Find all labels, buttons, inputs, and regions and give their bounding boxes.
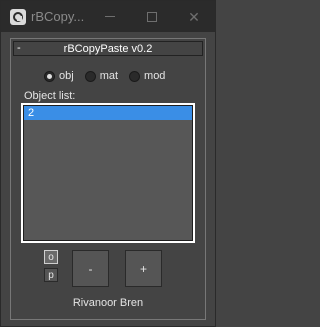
radio-mat-indicator[interactable] <box>84 70 96 82</box>
radio-mat[interactable]: mat <box>84 70 119 82</box>
radio-obj-label: obj <box>59 70 74 82</box>
list-item[interactable]: 2 <box>24 106 192 120</box>
radio-mod-indicator[interactable] <box>129 70 141 82</box>
mode-radio-group: obj mat mod <box>44 70 165 82</box>
p-button[interactable]: p <box>44 268 58 282</box>
rollout-title: rBCopyPaste v0.2 <box>63 42 153 55</box>
rollout-collapse-toggle[interactable]: - <box>17 42 21 55</box>
close-icon: ✕ <box>188 8 200 25</box>
radio-mod[interactable]: mod <box>129 70 165 82</box>
object-list-label: Object list: <box>24 90 76 102</box>
maximize-icon <box>147 11 157 22</box>
app-window: rBCopy... ✕ - rBCopyPaste v0.2 obj mat m… <box>0 0 216 327</box>
minimize-icon <box>105 16 115 17</box>
o-button[interactable]: o <box>44 250 58 264</box>
minimize-button[interactable] <box>89 1 131 32</box>
maximize-button[interactable] <box>131 1 173 32</box>
add-button[interactable]: + <box>125 250 162 287</box>
author-label: Rivanoor Bren <box>72 297 144 309</box>
radio-mat-label: mat <box>99 70 119 82</box>
radio-obj-indicator[interactable] <box>44 70 55 82</box>
remove-button[interactable]: - <box>72 250 109 287</box>
radio-mod-label: mod <box>144 70 166 82</box>
close-button[interactable]: ✕ <box>173 1 215 32</box>
title-bar[interactable]: rBCopy... ✕ <box>1 1 215 32</box>
rollout-panel: - rBCopyPaste v0.2 obj mat mod Object li… <box>10 38 206 320</box>
app-icon <box>10 9 26 25</box>
window-title: rBCopy... <box>31 9 85 24</box>
object-listbox[interactable]: 2 <box>21 103 195 243</box>
rollout-header[interactable]: - rBCopyPaste v0.2 <box>13 41 203 56</box>
radio-obj[interactable]: obj <box>44 70 74 82</box>
